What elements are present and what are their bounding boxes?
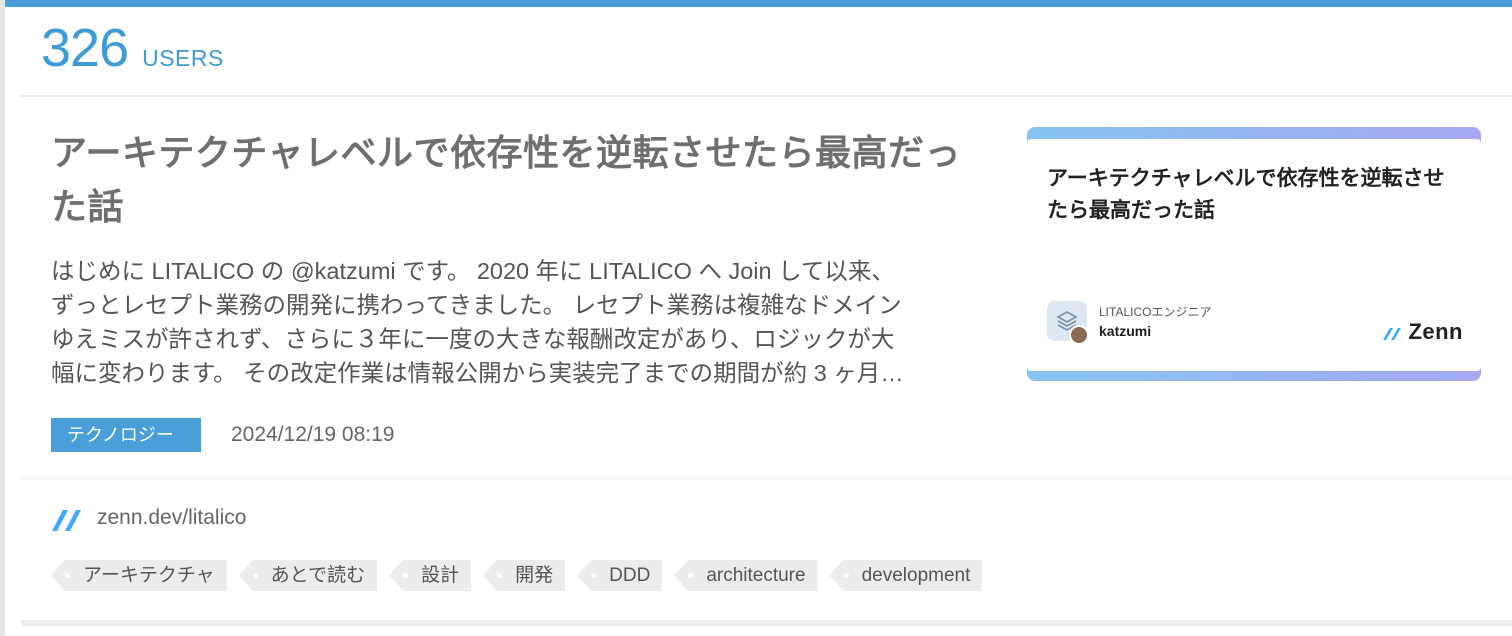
thumbnail-title: アーキテクチャレベルで依存性を逆転させたら最高だった話 <box>1047 167 1445 222</box>
users-label: USERS <box>142 45 224 71</box>
tag-item[interactable]: DDD <box>577 560 663 591</box>
bottom-divider <box>21 620 1512 626</box>
source-link[interactable]: zenn.dev/litalico <box>51 504 246 532</box>
author-avatar <box>1069 325 1089 345</box>
zenn-logo-icon <box>52 510 81 531</box>
zenn-brand-text: Zenn <box>1408 319 1463 344</box>
thumbnail-author: katzumi <box>1099 323 1152 339</box>
accent-top-bar <box>5 0 1512 7</box>
divider <box>21 95 1512 97</box>
entry-thumbnail[interactable]: アーキテクチャレベルで依存性を逆転させたら最高だった話 LITALICOエンジニ… <box>1027 127 1481 381</box>
tag-item[interactable]: 設計 <box>389 560 472 591</box>
source-domain[interactable]: zenn.dev/litalico <box>97 506 246 530</box>
zenn-logo-icon <box>1383 328 1402 340</box>
tag-item[interactable]: architecture <box>674 560 818 591</box>
zenn-brand: Zenn <box>1382 319 1463 345</box>
tag-item[interactable]: アーキテクチャ <box>51 560 227 591</box>
category-badge[interactable]: テクノロジー <box>51 418 201 452</box>
bookmark-entry-card: 326 USERS アーキテクチャレベルで依存性を逆転させたら最高だった話 はじ… <box>0 0 1512 636</box>
users-count-block[interactable]: 326 USERS <box>41 18 224 78</box>
thumbnail-org-name: LITALICOエンジニア <box>1099 305 1212 319</box>
entry-summary: はじめに LITALICO の @katzumi です。 2020 年に LIT… <box>51 258 904 386</box>
tag-list: アーキテクチャ あとで読む 設計 開発 DDD architecture dev… <box>51 560 994 591</box>
users-count[interactable]: 326 <box>41 18 129 78</box>
tag-item[interactable]: development <box>829 560 983 591</box>
dotted-divider <box>21 478 1512 479</box>
entry-date: 2024/12/19 08:19 <box>231 423 395 446</box>
tag-item[interactable]: あとで読む <box>238 560 378 591</box>
entry-title-link[interactable]: アーキテクチャレベルで依存性を逆転させたら最高だった話 <box>51 126 981 234</box>
tag-item[interactable]: 開発 <box>483 560 566 591</box>
thumbnail-card: アーキテクチャレベルで依存性を逆転させたら最高だった話 LITALICOエンジニ… <box>1027 139 1481 371</box>
